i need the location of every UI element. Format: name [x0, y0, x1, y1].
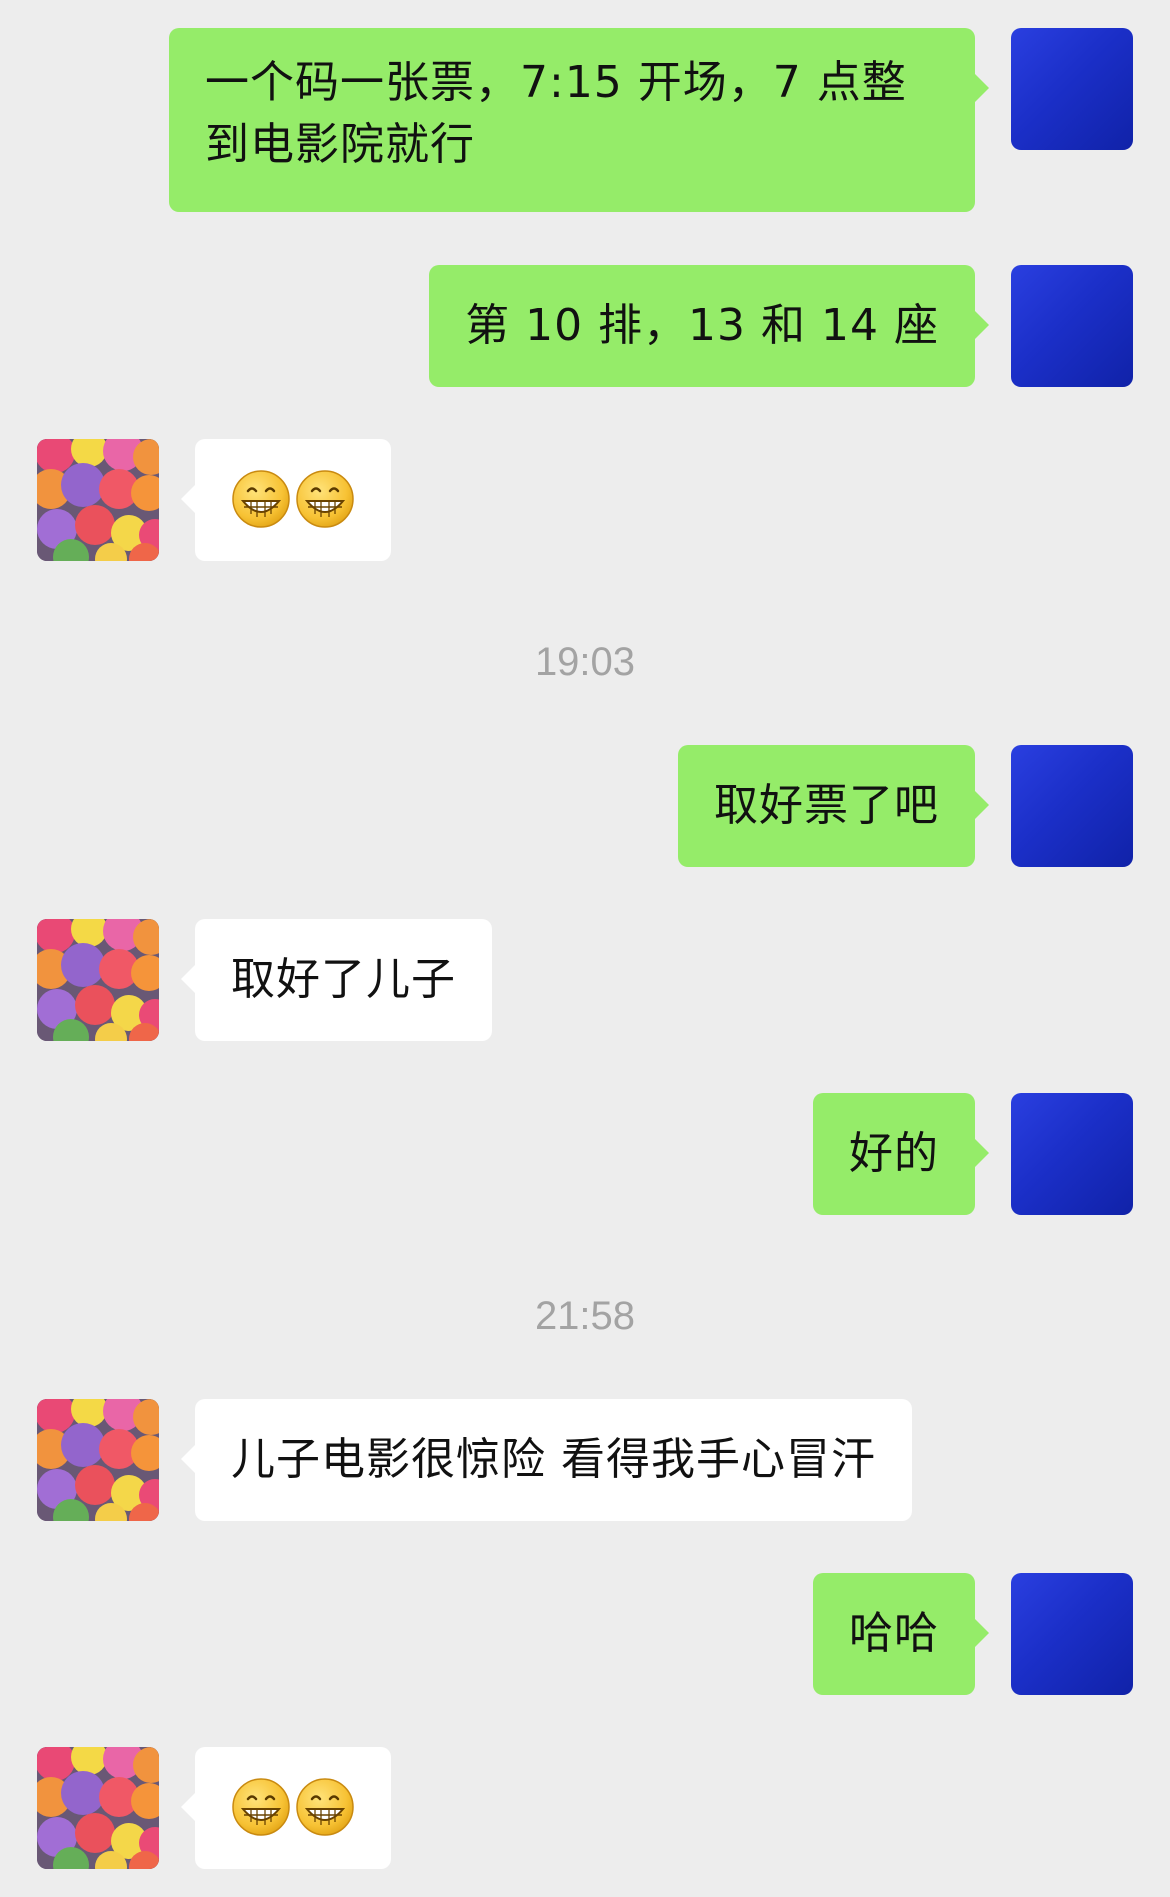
message-text: 儿子电影很惊险 看得我手心冒汗 — [231, 1434, 876, 1485]
avatar-contact[interactable] — [37, 919, 159, 1041]
message-text: 一个码一张票，7:15 开场，7 点整到电影院就行 — [205, 57, 907, 170]
avatar-self[interactable] — [1011, 745, 1133, 867]
message-text: 好的 — [849, 1128, 939, 1179]
message-bubble-outgoing[interactable]: 好的 — [813, 1093, 989, 1215]
timestamp: 19:03 — [534, 640, 636, 684]
avatar-self[interactable] — [1011, 28, 1133, 150]
avatar-contact[interactable] — [37, 1399, 159, 1521]
avatar-self[interactable] — [1011, 1093, 1133, 1215]
avatar-self[interactable] — [1011, 265, 1133, 387]
message-text: 取好票了吧 — [714, 780, 939, 831]
grinning-face-emoji-icon — [231, 1777, 291, 1837]
candy-avatar-image — [37, 919, 159, 1041]
message-bubble-incoming[interactable] — [181, 439, 391, 561]
candy-avatar-image — [37, 1747, 159, 1869]
message-text: 取好了儿子 — [231, 954, 456, 1005]
candy-avatar-image — [37, 1399, 159, 1521]
message-bubble-incoming[interactable]: 儿子电影很惊险 看得我手心冒汗 — [181, 1399, 912, 1521]
message-text: 第 10 排，13 和 14 座 — [465, 300, 939, 351]
message-bubble-incoming[interactable]: 取好了儿子 — [181, 919, 492, 1041]
grinning-face-emoji-icon — [231, 469, 291, 529]
message-bubble-outgoing[interactable]: 哈哈 — [813, 1573, 989, 1695]
message-bubble-outgoing[interactable]: 取好票了吧 — [678, 745, 989, 867]
message-text: 哈哈 — [849, 1608, 939, 1659]
timestamp: 21:58 — [534, 1294, 636, 1338]
avatar-self[interactable] — [1011, 1573, 1133, 1695]
message-bubble-incoming[interactable] — [181, 1747, 391, 1869]
grinning-face-emoji-icon — [295, 469, 355, 529]
grinning-face-emoji-icon — [295, 1777, 355, 1837]
avatar-contact[interactable] — [37, 439, 159, 561]
candy-avatar-image — [37, 439, 159, 561]
message-bubble-outgoing[interactable]: 一个码一张票，7:15 开场，7 点整到电影院就行 — [169, 28, 989, 212]
avatar-contact[interactable] — [37, 1747, 159, 1869]
message-bubble-outgoing[interactable]: 第 10 排，13 和 14 座 — [429, 265, 989, 387]
